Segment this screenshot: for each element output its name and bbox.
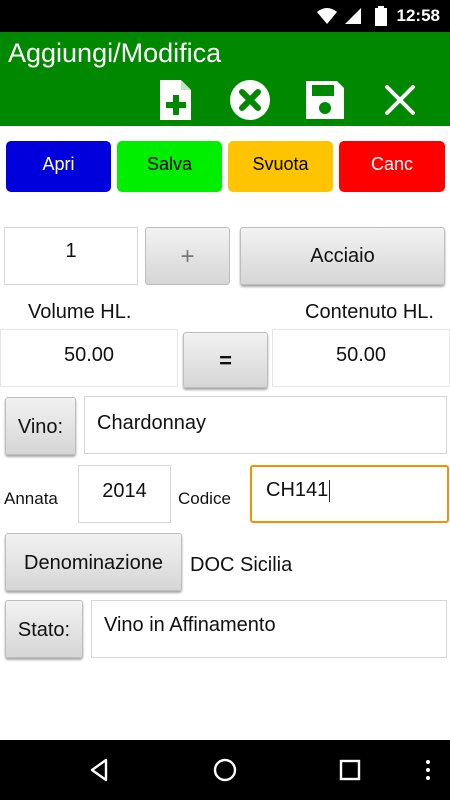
codice-value: CH141 — [266, 479, 329, 501]
signal-icon — [345, 8, 361, 24]
codice-field[interactable]: CH141 — [250, 465, 449, 523]
canc-button[interactable]: Canc — [339, 141, 445, 192]
add-document-icon[interactable] — [153, 78, 197, 122]
vino-field[interactable]: Chardonnay — [84, 396, 447, 454]
apri-button[interactable]: Apri — [6, 141, 111, 192]
plus-button[interactable]: + — [145, 227, 230, 285]
wifi-icon — [317, 8, 337, 24]
content-label: Contenuto HL. — [305, 301, 434, 323]
material-button[interactable]: Acciaio — [240, 227, 445, 285]
save-floppy-icon[interactable] — [303, 78, 347, 122]
content-field[interactable]: 50.00 — [272, 329, 450, 387]
stato-button[interactable]: Stato: — [5, 600, 83, 658]
action-bar: Aggiungi/Modifica — [0, 32, 450, 126]
equals-button[interactable]: = — [183, 332, 268, 388]
page-title: Aggiungi/Modifica — [8, 38, 222, 68]
menu-dots-icon[interactable] — [414, 756, 442, 784]
back-triangle-icon[interactable] — [86, 756, 114, 784]
svuota-button[interactable]: Svuota — [228, 141, 333, 192]
navigation-bar — [0, 740, 450, 800]
close-icon[interactable] — [378, 78, 422, 122]
text-cursor — [329, 479, 331, 502]
volume-label: Volume HL. — [28, 301, 132, 323]
denominazione-value: DOC Sicilia — [190, 554, 293, 576]
denominazione-button[interactable]: Denominazione — [5, 533, 182, 591]
home-circle-icon[interactable] — [211, 756, 239, 784]
status-bar: 12:58 — [0, 0, 450, 32]
stato-field[interactable]: Vino in Affinamento — [91, 600, 447, 658]
status-time: 12:58 — [396, 6, 440, 25]
volume-field[interactable]: 50.00 — [0, 329, 178, 387]
cancel-circle-icon[interactable] — [228, 78, 272, 122]
annata-label: Annata — [4, 489, 58, 508]
recents-square-icon[interactable] — [336, 756, 364, 784]
codice-label: Codice — [178, 489, 231, 508]
quantity-field[interactable]: 1 — [4, 227, 138, 285]
salva-button[interactable]: Salva — [117, 141, 222, 192]
battery-icon — [375, 6, 387, 26]
vino-button[interactable]: Vino: — [5, 397, 76, 455]
annata-field[interactable]: 2014 — [78, 465, 171, 523]
